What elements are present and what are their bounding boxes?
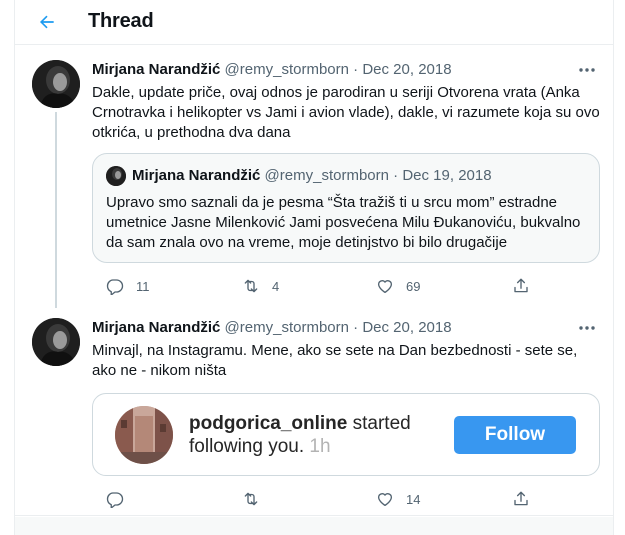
quoted-date: Dec 19, 2018 [402,167,492,184]
avatar[interactable] [32,60,80,108]
tweet-date[interactable]: Dec 20, 2018 [362,319,451,336]
instagram-avatar [115,406,173,464]
share-button[interactable] [512,489,530,509]
heart-icon [377,493,393,507]
attached-image[interactable]: podgorica_online started following you. … [92,393,600,476]
reply-count: 11 [136,278,150,294]
retweet-icon [244,492,258,506]
tweet[interactable]: Mirjana Narandžić @remy_stormborn · Dec … [15,46,613,308]
author-handle[interactable]: @remy_stormborn [225,61,349,78]
meta-separator: · [353,61,359,78]
tweet-text: Dakle, update priče, ovaj odnos je parod… [92,84,600,141]
quoted-author-handle: @remy_stormborn [264,167,389,184]
retweet-button[interactable]: 4 [242,276,279,296]
quoted-text: Upravo smo saznali da je pesma “Šta traž… [106,194,581,251]
thread-connector-line [55,112,57,308]
like-button[interactable]: 69 [376,276,420,296]
quoted-meta-separator: · [393,167,399,184]
tweet[interactable]: Mirjana Narandžić @remy_stormborn · Dec … [15,304,613,516]
meta-separator: · [353,319,359,336]
back-button[interactable] [31,6,63,38]
more-dots-icon [579,326,595,330]
tweet-text: Minvajl, na Instagramu. Mene, ako se set… [92,342,578,379]
retweet-button[interactable] [242,489,272,509]
like-button[interactable]: 14 [376,489,420,509]
quoted-author-name: Mirjana Narandžić [132,167,261,184]
next-tweet-divider [15,517,613,535]
share-button[interactable] [512,276,530,296]
tweet-meta: Mirjana Narandžić @remy_stormborn · Dec … [92,61,452,78]
like-count: 69 [406,278,421,294]
reply-button[interactable] [106,489,136,509]
author-name[interactable]: Mirjana Narandžić [92,319,220,336]
thread-column: Thread Mirjana Narandžić @remy_stormborn… [14,0,614,535]
instagram-username: podgorica_online [189,413,348,434]
notification-text: podgorica_online started following you. … [189,412,439,458]
tweet-actions: 11 4 69 [92,276,532,296]
author-name[interactable]: Mirjana Narandžić [92,61,220,78]
reply-icon [106,492,124,508]
avatar[interactable] [32,318,80,366]
retweet-icon [244,279,258,293]
heart-icon [377,280,393,294]
follow-button: Follow [454,416,576,454]
quoted-meta: Mirjana Narandžić @remy_stormborn · Dec … [132,167,492,184]
share-icon [514,491,528,506]
quoted-avatar [106,166,126,186]
more-options-button[interactable] [575,60,599,80]
author-handle[interactable]: @remy_stormborn [225,319,349,336]
tweet-actions: 14 [92,489,532,509]
notification-time: 1h [304,436,331,457]
like-count: 14 [406,491,421,507]
more-dots-icon [579,68,595,72]
quoted-tweet[interactable]: Mirjana Narandžić @remy_stormborn · Dec … [92,153,600,263]
tweet-meta: Mirjana Narandžić @remy_stormborn · Dec … [92,319,452,336]
thread-header: Thread [15,0,613,45]
share-icon [514,278,528,293]
back-arrow-icon [39,15,54,29]
page-title: Thread [88,10,154,32]
tweet-date[interactable]: Dec 20, 2018 [362,61,451,78]
reply-button[interactable]: 11 [106,276,150,296]
reply-icon [106,279,124,295]
retweet-count: 4 [272,278,280,294]
more-options-button[interactable] [575,318,599,338]
